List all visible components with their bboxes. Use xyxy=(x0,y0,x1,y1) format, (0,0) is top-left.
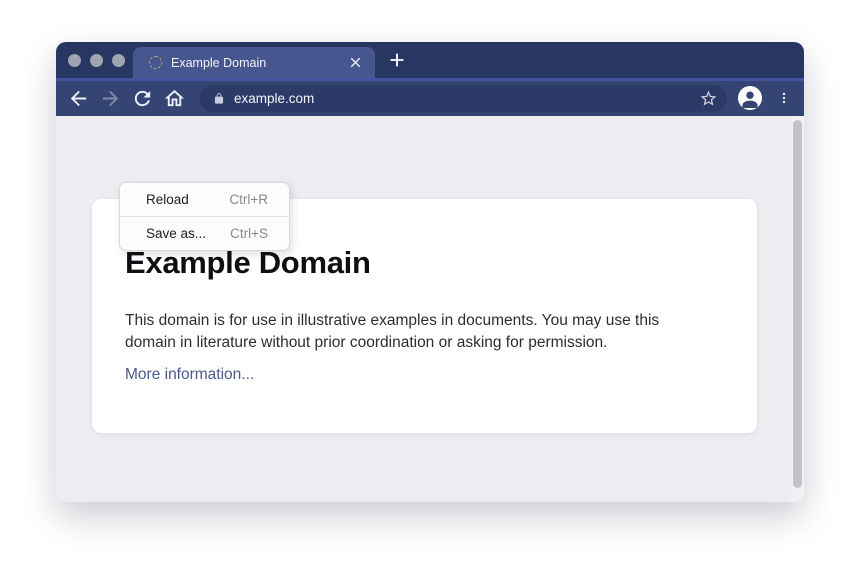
tab-example-domain[interactable]: Example Domain xyxy=(133,47,375,78)
menu-item-label: Save as... xyxy=(146,226,206,241)
page-favicon-icon xyxy=(149,56,162,69)
menu-item-shortcut: Ctrl+R xyxy=(229,192,268,207)
page-paragraph: This domain is for use in illustrative e… xyxy=(125,310,713,354)
menu-item-reload[interactable]: Reload Ctrl+R xyxy=(120,183,289,216)
overflow-menu-icon[interactable] xyxy=(777,86,791,110)
traffic-light-close[interactable] xyxy=(68,54,81,67)
tab-bar: Example Domain xyxy=(56,42,804,78)
address-bar[interactable]: example.com xyxy=(200,85,727,112)
new-tab-button[interactable] xyxy=(386,49,408,71)
traffic-light-zoom[interactable] xyxy=(112,54,125,67)
reload-button[interactable] xyxy=(131,87,154,110)
menu-item-label: Reload xyxy=(146,192,189,207)
browser-window: Example Domain example.com xyxy=(56,42,804,502)
profile-avatar[interactable] xyxy=(738,86,762,110)
traffic-light-minimize[interactable] xyxy=(90,54,103,67)
home-button[interactable] xyxy=(163,87,186,110)
back-button[interactable] xyxy=(67,87,90,110)
forward-button[interactable] xyxy=(99,87,122,110)
scrollbar-thumb[interactable] xyxy=(793,120,802,488)
context-menu: Reload Ctrl+R Save as... Ctrl+S xyxy=(119,182,290,251)
bookmark-star-icon[interactable] xyxy=(699,89,718,108)
traffic-lights xyxy=(68,54,125,67)
page-viewport: Example Domain This domain is for use in… xyxy=(56,116,804,502)
url-text: example.com xyxy=(234,91,314,106)
navigation-toolbar: example.com xyxy=(56,81,804,116)
more-information-link[interactable]: More information... xyxy=(125,366,254,384)
tab-close-icon[interactable] xyxy=(347,54,364,71)
menu-item-shortcut: Ctrl+S xyxy=(230,226,268,241)
tab-title: Example Domain xyxy=(171,56,266,70)
lock-icon[interactable] xyxy=(212,92,226,106)
menu-item-save-as[interactable]: Save as... Ctrl+S xyxy=(120,217,289,250)
